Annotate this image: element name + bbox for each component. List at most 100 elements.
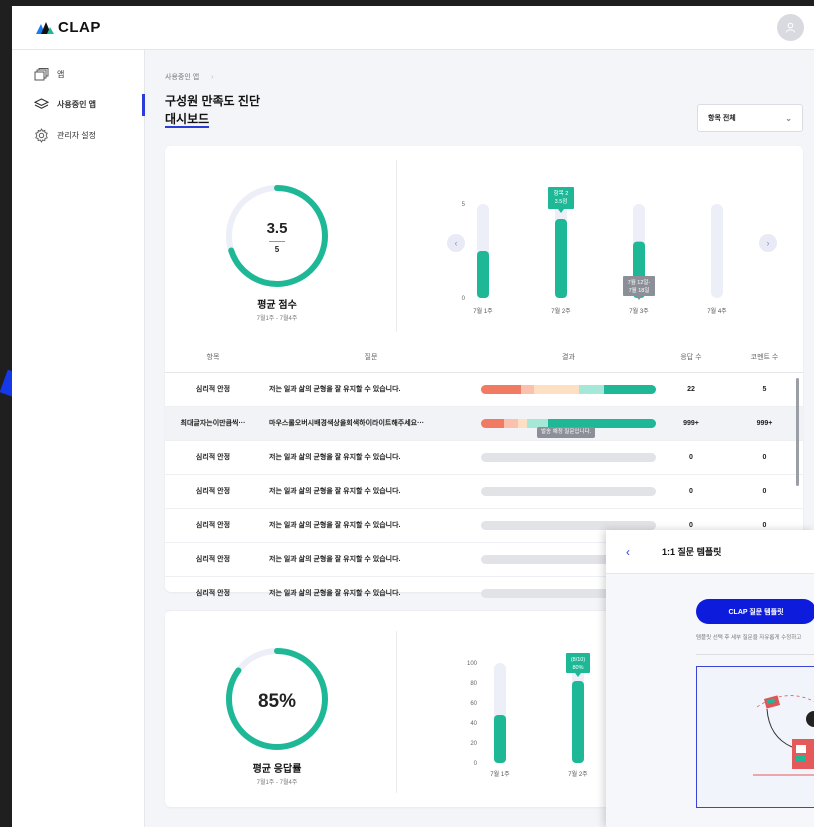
bar-tooltip-text: 항목 2	[554, 189, 569, 197]
row-question: 저는 일과 삶의 균형을 잘 유지할 수 있습니다.	[261, 474, 481, 509]
chevron-right-icon: ›	[766, 238, 770, 248]
row-result	[481, 474, 656, 509]
table-scrollbar[interactable]	[796, 378, 799, 486]
bar	[555, 219, 567, 298]
breadcrumb[interactable]: 사용중인 앱 ›	[165, 72, 213, 82]
average-response-period: 7월1주 - 7월4주	[256, 780, 298, 786]
y-tick-label: 5	[462, 202, 466, 208]
y-tick-label: 60	[470, 701, 477, 707]
average-score-max: 5	[274, 245, 280, 254]
sidebar-item-label: 관리자 설정	[57, 131, 97, 140]
brand-name: CLAP	[58, 19, 101, 36]
row-category: 심리적 안정	[165, 372, 261, 407]
date-tooltip-arrow	[636, 296, 642, 300]
bar	[494, 715, 506, 763]
user-avatar[interactable]	[777, 14, 804, 41]
average-response-label: 평균 응답률	[252, 764, 302, 775]
table-header-row: 항목 질문 결과 응답 수 코멘트 수	[165, 342, 803, 373]
column-header[interactable]: 항목	[165, 342, 261, 373]
sidebar-item-admin-settings[interactable]: 관리자 설정	[34, 128, 96, 143]
score-bar-chart: 5 0 7월 1주 7월 2주 7월 3주 7월 4주 항목 23.5점 7월 12일-7월 …	[462, 187, 727, 315]
row-comment-count: 999+	[726, 406, 803, 441]
result-bar-empty	[481, 486, 656, 496]
row-result	[481, 372, 656, 407]
panel-header: ‹ 1:1 질문 템플릿	[606, 530, 814, 574]
x-tick-label: 7월 4주	[707, 307, 727, 315]
panel-description: 템플릿 선택 후 세부 질문을 자유롭게 수정하고	[696, 635, 802, 641]
sidebar-item-apps[interactable]: 앱	[34, 68, 64, 81]
row-comment-count: 0	[726, 474, 803, 509]
row-question: 저는 일과 삶의 균형을 잘 유지할 수 있습니다.	[261, 372, 481, 407]
row-category: 심리적 안정	[165, 576, 261, 611]
column-header[interactable]: 결과	[481, 342, 656, 373]
y-tick-label: 100	[467, 661, 478, 667]
table-row[interactable]: 심리적 안정 저는 일과 삶의 균형을 잘 유지할 수 있습니다. 0 0	[165, 440, 803, 475]
row-response-count: 22	[656, 372, 726, 407]
person-with-card-illustration	[697, 667, 814, 807]
back-button[interactable]: ‹	[606, 530, 650, 574]
table-row[interactable]: 최대글자는이만큼씩··· 마우스롤오버시배경색상을회색하이라이트해주세요··· …	[165, 406, 803, 441]
table-row[interactable]: 심리적 안정 저는 일과 삶의 균형을 잘 유지할 수 있습니다. 22 5	[165, 372, 803, 407]
column-header[interactable]: 질문	[261, 342, 481, 373]
active-indicator	[142, 94, 145, 116]
row-question: 저는 일과 삶의 균형을 잘 유지할 수 있습니다.	[261, 576, 481, 611]
pending-question-tooltip: 발송 예정 질문입니다.	[537, 427, 596, 438]
score-card: 3.5 5 평균 점수 7월1주 - 7월4주 ‹ › 5 0 7월 1주 7월 2주…	[165, 146, 803, 611]
category-filter-select[interactable]: 항목 전체 ⌄	[697, 104, 803, 132]
page-title: 구성원 만족도 진단 대시보드	[165, 92, 260, 128]
average-response-value: 85%	[257, 691, 297, 712]
x-tick-label: 7월 1주	[473, 307, 493, 315]
column-header[interactable]: 응답 수	[656, 342, 726, 373]
row-category: 심리적 안정	[165, 508, 261, 543]
apps-stack-icon	[34, 68, 49, 81]
average-score-value: 3.5	[266, 220, 288, 237]
table-row[interactable]: 심리적 안정 저는 일과 삶의 균형을 잘 유지할 수 있습니다. 0 0	[165, 474, 803, 509]
y-tick-label: 40	[470, 721, 477, 727]
y-tick-label: 20	[470, 741, 477, 747]
bar-tooltip-text: 80%	[572, 665, 583, 671]
x-tick-label: 7월 1주	[490, 770, 510, 778]
chart-next-button[interactable]: ›	[759, 234, 777, 252]
panel-divider	[696, 654, 814, 655]
chevron-down-icon: ⌄	[785, 113, 792, 123]
x-tick-label: 7월 3주	[629, 307, 649, 315]
chevron-right-icon: ›	[211, 74, 214, 81]
clap-logo[interactable]: CLAP	[36, 19, 101, 36]
row-question: 저는 일과 삶의 균형을 잘 유지할 수 있습니다.	[261, 542, 481, 577]
page-title-line2: 대시보드	[165, 112, 210, 128]
row-category: 최대글자는이만큼씩···	[165, 406, 261, 441]
card-divider	[396, 160, 397, 332]
bar-track	[711, 204, 723, 298]
bar-tooltip-text: (8/10)	[571, 657, 586, 663]
column-header[interactable]: 코멘트 수	[726, 342, 803, 373]
template-illustration[interactable]	[696, 666, 814, 808]
row-response-count: 999+	[656, 406, 726, 441]
date-tooltip-text: 7월 12일-	[628, 278, 651, 286]
sidebar-item-label: 사용중인 앱	[57, 100, 97, 109]
top-bar: CLAP	[12, 6, 814, 50]
x-tick-label: 7월 2주	[568, 770, 588, 778]
row-comment-count: 0	[726, 440, 803, 475]
result-bar	[481, 384, 656, 394]
average-score-period: 7월1주 - 7월4주	[256, 316, 298, 322]
fraction-divider	[269, 241, 285, 242]
sidebar: 앱 사용중인 앱 관리자 설정	[12, 50, 145, 827]
row-category: 심리적 안정	[165, 474, 261, 509]
y-tick-label: 0	[474, 761, 478, 767]
clap-template-button[interactable]: CLAP 질문 템플릿	[696, 599, 814, 624]
clap-logo-icon	[36, 21, 54, 34]
user-icon	[785, 22, 796, 33]
row-response-count: 0	[656, 440, 726, 475]
sidebar-item-in-use-apps[interactable]: 사용중인 앱	[34, 98, 96, 111]
sidebar-item-label: 앱	[57, 70, 65, 79]
bar	[477, 251, 489, 298]
filter-selected-value: 항목 전체	[708, 115, 736, 122]
x-tick-label: 7월 2주	[551, 307, 571, 315]
row-category: 심리적 안정	[165, 440, 261, 475]
date-tooltip-text: 7월 18일	[629, 286, 650, 294]
card-divider	[396, 631, 397, 793]
y-tick-label: 0	[462, 296, 466, 302]
question-template-panel: ‹ 1:1 질문 템플릿 CLAP 질문 템플릿 템플릿 선택 후 세부 질문을…	[606, 530, 814, 827]
breadcrumb-current[interactable]: 사용중인 앱	[165, 74, 199, 81]
row-question: 마우스롤오버시배경색상을회색하이라이트해주세요···	[261, 406, 481, 441]
